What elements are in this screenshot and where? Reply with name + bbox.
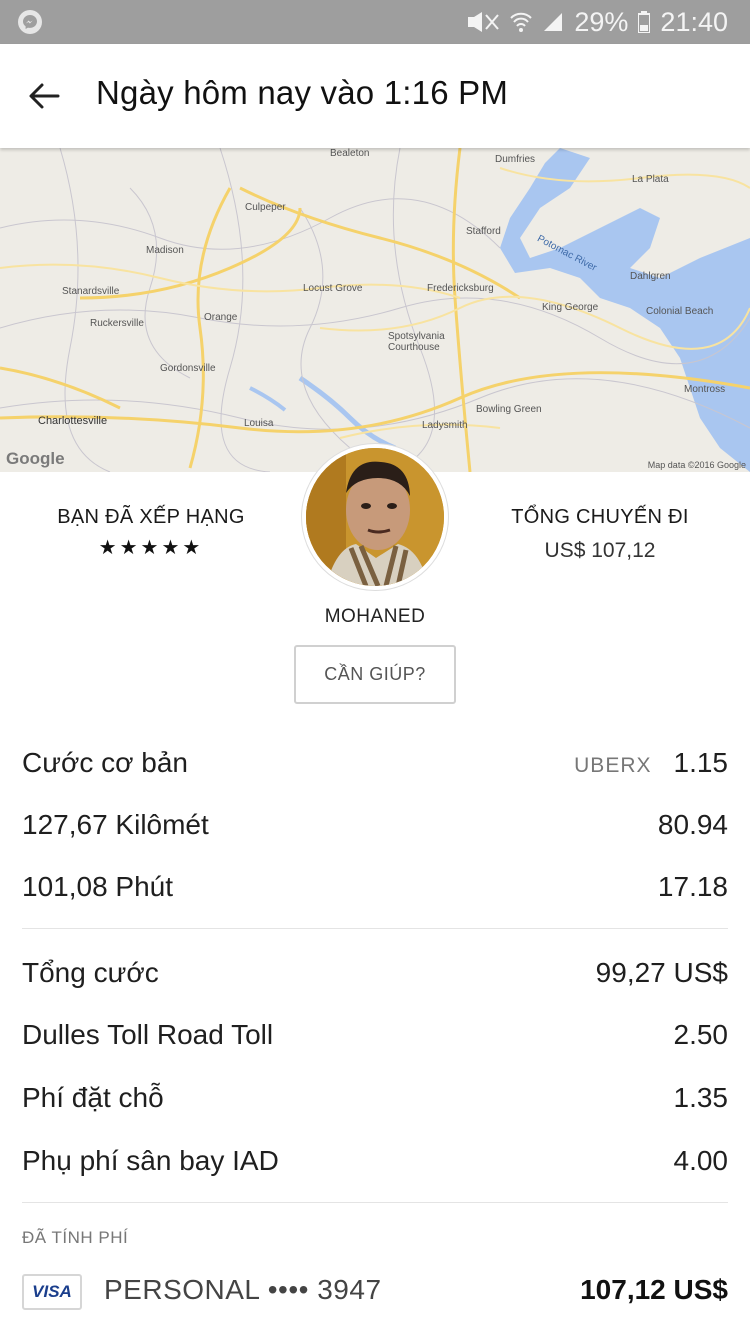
fare-amount: 2.50 — [673, 1019, 729, 1050]
trip-total-value: US$ 107,12 — [544, 539, 656, 562]
fare-label: Phí đặt chỗ — [22, 1082, 164, 1113]
map-label: Stanardsville — [62, 286, 120, 297]
fare-amount: 80.94 — [657, 809, 728, 840]
wifi-icon — [510, 12, 533, 32]
fare-amount: 1.15 — [673, 747, 729, 778]
map-label: King George — [542, 302, 599, 313]
trip-total-block: TỔNG CHUYẾN ĐI US$ 107,12 — [480, 506, 720, 563]
battery-percent: 29% — [574, 6, 629, 37]
map-attribution: Map data ©2016 Google — [647, 460, 746, 470]
fare-label: Cước cơ bản — [22, 747, 188, 778]
map-label: Bealeton — [330, 148, 370, 159]
map-label: Ladysmith — [422, 420, 468, 431]
help-button[interactable]: CẦN GIÚP? — [294, 645, 456, 704]
map-label: Dahlgren — [630, 271, 671, 282]
fare-row-airport: Phụ phí sân bay IAD 4.00 — [22, 1141, 728, 1181]
fare-label: Phụ phí sân bay IAD — [22, 1145, 279, 1176]
fare-row-toll: Dulles Toll Road Toll 2.50 — [22, 1015, 728, 1055]
map-label: Dumfries — [495, 154, 536, 165]
arrow-left-icon[interactable] — [24, 76, 64, 116]
map-label: Bowling Green — [476, 404, 542, 415]
fare-amount: 1.35 — [673, 1082, 729, 1113]
map-background — [0, 148, 750, 472]
map-label: Stafford — [466, 226, 501, 237]
fare-label: 101,08 Phút — [22, 871, 174, 902]
map-label: Madison — [146, 245, 184, 256]
payment-total: 107,12 US$ — [580, 1274, 728, 1305]
map-label: Culpeper — [245, 202, 286, 213]
fare-amount: 99,27 US$ — [595, 957, 728, 988]
driver-name: MOHANED — [324, 606, 426, 627]
payment-card: PERSONAL •••• 3947 — [104, 1274, 382, 1305]
rating-stars: ★★★★★ — [98, 537, 204, 559]
map-label: Fredericksburg — [427, 283, 494, 294]
map-label: Colonial Beach — [646, 306, 714, 317]
trip-map[interactable]: Bealeton Dumfries La Plata Culpeper Staf… — [0, 148, 750, 472]
driver-avatar — [302, 444, 448, 590]
map-label: Orange — [204, 312, 238, 323]
battery-icon — [638, 11, 651, 33]
rating-label: BẠN ĐÃ XẾP HẠNG — [57, 506, 245, 528]
map-label: Locust Grove — [303, 283, 363, 294]
fare-row-time: 101,08 Phút 17.18 — [22, 867, 728, 907]
divider — [22, 1202, 728, 1203]
map-label: Charlottesville — [38, 415, 108, 427]
mute-icon — [468, 12, 500, 32]
app-bar: Ngày hôm nay vào 1:16 PM — [0, 44, 750, 148]
fare-label: Dulles Toll Road Toll — [22, 1019, 274, 1050]
clock: 21:40 — [660, 6, 728, 37]
divider — [22, 928, 728, 929]
messenger-icon — [18, 10, 42, 34]
signal-icon — [544, 13, 563, 31]
fare-row-booking: Phí đặt chỗ 1.35 — [22, 1078, 728, 1118]
charged-label: ĐÃ TÍNH PHÍ — [22, 1228, 129, 1247]
fare-label: Tổng cước — [22, 957, 159, 988]
trip-total-label: TỔNG CHUYẾN ĐI — [511, 506, 689, 528]
fare-amount: 4.00 — [673, 1145, 729, 1176]
fare-amount: 17.18 — [657, 871, 728, 902]
fare-row-subtotal: Tổng cước 99,27 US$ — [22, 953, 728, 993]
map-label: La Plata — [632, 174, 669, 185]
map-label: Gordonsville — [160, 363, 216, 374]
map-label: Ruckersville — [90, 318, 144, 329]
google-logo: Google — [6, 449, 65, 468]
page-title: Ngày hôm nay vào 1:16 PM — [96, 74, 509, 111]
map-label: Spotsylvania Courthouse — [388, 331, 445, 353]
map-label: Louisa — [244, 418, 274, 429]
status-bar: 29% 21:40 — [0, 0, 750, 44]
fare-row-base: Cước cơ bản UBERX 1.15 — [22, 743, 728, 783]
fare-row-distance: 127,67 Kilômét 80.94 — [22, 805, 728, 845]
vehicle-type: UBERX — [574, 754, 652, 777]
visa-card-icon: VISA — [22, 1274, 82, 1310]
map-label: Montross — [684, 384, 726, 395]
rating-block: BẠN ĐÃ XẾP HẠNG ★★★★★ — [22, 506, 280, 560]
fare-label: 127,67 Kilômét — [22, 809, 209, 840]
